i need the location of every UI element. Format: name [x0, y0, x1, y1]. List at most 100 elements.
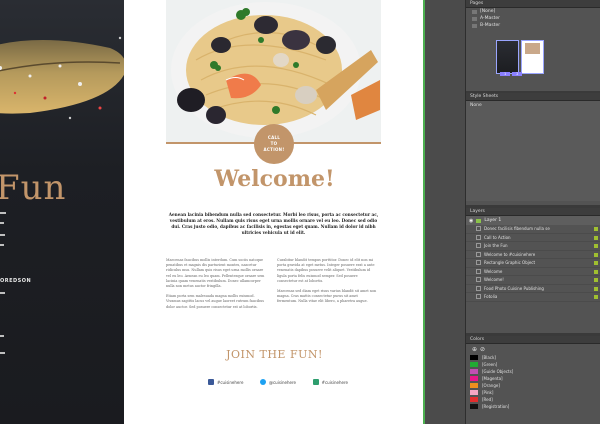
- visibility-icon[interactable]: [476, 268, 481, 274]
- left-name-text: OREDSON: [0, 278, 32, 284]
- welcome-heading[interactable]: Welcome!: [124, 166, 425, 192]
- layer-item[interactable]: Call to Action: [466, 234, 600, 242]
- color-swatch-row[interactable]: [Black]: [466, 354, 600, 361]
- master-page-item[interactable]: [None]: [466, 8, 600, 15]
- cta-line: ACTION!: [263, 147, 285, 152]
- hero-food-photo[interactable]: [166, 0, 381, 142]
- left-text-line: [0, 335, 4, 337]
- color-name: [Black]: [482, 355, 496, 360]
- page-thumbnail[interactable]: [521, 40, 544, 74]
- body-column-left[interactable]: Maecenas faucibus mollis interdum. Cum s…: [166, 258, 268, 315]
- left-headline: Fun: [0, 168, 67, 208]
- color-swatch: [470, 362, 478, 367]
- layer-item[interactable]: Join the Fun: [466, 242, 600, 251]
- left-text-line: [0, 352, 5, 354]
- master-page-item[interactable]: A-Master: [466, 15, 600, 22]
- social-label: #cuisinehere: [321, 379, 348, 385]
- layer-item[interactable]: Rectangle Graphic Object: [466, 259, 600, 268]
- layer-item-label: Welcome: [484, 268, 503, 274]
- visibility-icon[interactable]: [476, 251, 481, 257]
- style-sheets-panel: Style Sheets None: [466, 93, 600, 203]
- visibility-icon[interactable]: [476, 234, 481, 240]
- visibility-icon[interactable]: [476, 285, 481, 291]
- layer-item-label: Call to Action: [484, 234, 511, 240]
- left-page-spread[interactable]: Fun OREDSON: [0, 0, 124, 424]
- intro-paragraph[interactable]: Aenean lacinia bibendum nulla sed consec…: [166, 212, 381, 236]
- visibility-icon[interactable]: [476, 260, 481, 266]
- app-window: Fun OREDSON CALL TO ACTION! Welcome! Aen…: [0, 0, 600, 424]
- color-swatch-row[interactable]: [Magenta]: [466, 375, 600, 382]
- social-instagram[interactable]: #cuisinehere: [312, 379, 348, 385]
- layer-row-main[interactable]: ◉ Layer 1: [466, 216, 600, 225]
- page-icon: [472, 9, 477, 14]
- social-label: @cuisinehere: [268, 379, 297, 385]
- layer-item[interactable]: Welcome!: [466, 276, 600, 285]
- color-swatch-row[interactable]: [Registration]: [466, 403, 600, 410]
- panel-dock: Pages [None] A-Master B-Master 1 2 Style…: [465, 0, 600, 424]
- body-paragraph: Maecenas sed diam eget risus varius blan…: [277, 289, 377, 304]
- style-item[interactable]: None: [470, 103, 482, 108]
- color-name: [Green]: [482, 362, 498, 367]
- colors-panel-tab[interactable]: Colors: [466, 336, 600, 344]
- instagram-icon: [312, 379, 319, 385]
- style-sheets-panel-tab[interactable]: Style Sheets: [466, 93, 600, 101]
- color-name: [Magenta]: [482, 376, 503, 381]
- social-facebook[interactable]: #cuisinehere: [208, 379, 243, 385]
- stroke-icon[interactable]: ⊘: [480, 346, 485, 353]
- social-label: #cuisinehere: [217, 379, 244, 385]
- layers-panel-tab[interactable]: Layers: [466, 208, 600, 216]
- layer-item-label: Join the Fun: [484, 243, 508, 249]
- color-name: [Registration]: [482, 404, 510, 409]
- layer-item[interactable]: Food Photo Cuisine Publishing: [466, 285, 600, 293]
- layer-item[interactable]: Donec facilisis fibendum nulla se: [466, 225, 600, 234]
- layer-label: Layer 1: [484, 218, 502, 223]
- eye-icon[interactable]: ◉: [469, 218, 473, 224]
- layer-color-icon: [476, 218, 482, 223]
- visibility-icon[interactable]: [476, 226, 481, 232]
- layer-item[interactable]: Welcome: [466, 268, 600, 276]
- color-name: [Red]: [482, 397, 493, 402]
- color-swatch-row[interactable]: [Red]: [466, 396, 600, 403]
- color-swatch-row[interactable]: [Green]: [466, 361, 600, 368]
- left-text-line: [0, 234, 5, 236]
- colors-panel: Colors ⊕ ⊘ [Black] [Green] [Guide Object…: [466, 336, 600, 424]
- color-swatch-row[interactable]: [Orange]: [466, 382, 600, 389]
- body-paragraph: Curabitur blandit tempus porttitor. Done…: [277, 258, 375, 283]
- pasteboard[interactable]: [425, 0, 465, 424]
- page-thumbnail[interactable]: [496, 40, 519, 74]
- join-the-fun-heading[interactable]: JOIN THE FUN!: [124, 348, 425, 361]
- layer-item-label: Donec facilisis fibendum nulla se: [484, 226, 550, 232]
- layout-canvas[interactable]: Fun OREDSON CALL TO ACTION! Welcome! Aen…: [0, 0, 465, 424]
- body-column-right[interactable]: Curabitur blandit tempus porttitor. Done…: [277, 258, 379, 310]
- layer-item[interactable]: Welcome to #cuisinehere: [466, 251, 600, 259]
- visibility-icon[interactable]: [476, 294, 481, 300]
- master-page-label: [None]: [480, 9, 496, 14]
- color-swatch: [470, 376, 478, 381]
- pasta-photo-graphic: [166, 0, 381, 142]
- pages-panel: Pages [None] A-Master B-Master 1 2: [466, 0, 600, 92]
- color-name: [Guide Objects]: [482, 369, 514, 374]
- pages-panel-tab[interactable]: Pages: [466, 0, 600, 8]
- color-swatch-row[interactable]: [Guide Objects]: [466, 368, 600, 375]
- layer-item[interactable]: Fotolia: [466, 293, 600, 302]
- fish-photo: [0, 36, 124, 120]
- visibility-icon[interactable]: [476, 277, 481, 283]
- master-page-item[interactable]: B-Master: [466, 22, 600, 29]
- social-twitter[interactable]: @cuisinehere: [259, 379, 297, 385]
- layer-item-label: Welcome to #cuisinehere: [484, 251, 536, 257]
- fill-icon[interactable]: ⊕: [472, 346, 477, 353]
- color-name: [Pink]: [482, 390, 494, 395]
- color-swatch: [470, 355, 478, 360]
- layer-item-label: Welcome!: [484, 277, 504, 283]
- style-sheets-list[interactable]: None: [466, 101, 600, 201]
- document-page[interactable]: CALL TO ACTION! Welcome! Aenean lacinia …: [124, 0, 425, 424]
- call-to-action-badge[interactable]: CALL TO ACTION!: [254, 124, 294, 164]
- layer-item-label: Fotolia: [484, 294, 498, 300]
- layers-panel: Layers ◉ Layer 1 Donec facilisis fibendu…: [466, 208, 600, 334]
- left-text-line: [0, 222, 4, 224]
- social-links: #cuisinehere @cuisinehere #cuisinehere: [208, 379, 348, 385]
- visibility-icon[interactable]: [476, 243, 481, 249]
- color-swatch: [470, 404, 478, 409]
- page-number: 1: [500, 72, 511, 76]
- color-swatch-row[interactable]: [Pink]: [466, 389, 600, 396]
